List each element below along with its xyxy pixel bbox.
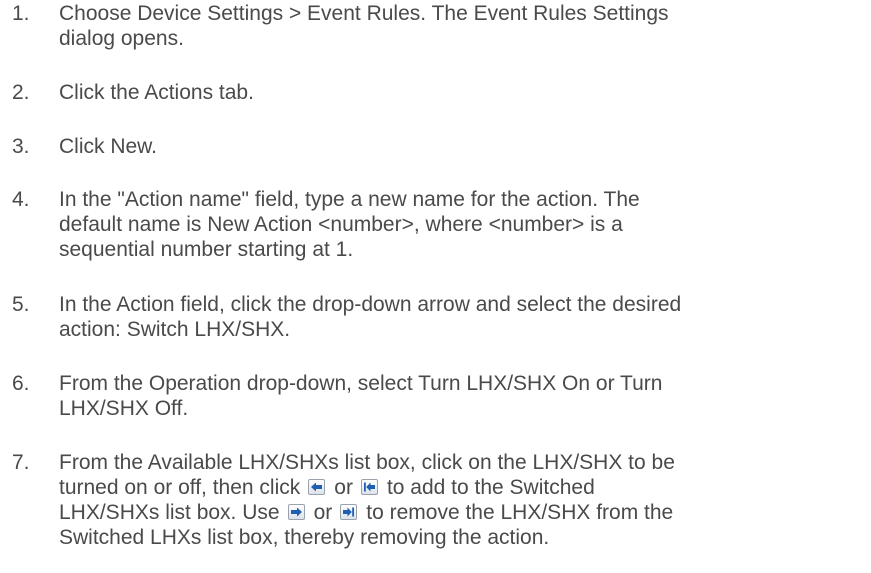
step-text: dialog opens. (59, 27, 184, 50)
step-number: 4. (12, 188, 30, 211)
step-text-line: LHX/SHXs list box. Use or to remove the LH… (59, 500, 859, 525)
step-text: In the "Action name" field, type a new n… (59, 188, 640, 211)
step-text: Click the Actions tab. (59, 81, 254, 104)
step-number: 6. (12, 372, 30, 395)
step-text: In the Action field, click the drop-down… (59, 293, 682, 316)
step-text: sequential number starting at 1. (59, 238, 354, 261)
step-text: LHX/SHX Off. (59, 397, 189, 420)
arrow-right-icon (287, 504, 305, 520)
step-text: default name is New Action <number>, whe… (59, 213, 623, 236)
step-number: 2. (12, 81, 30, 104)
arrow-left-to-start-icon (360, 479, 378, 495)
step-text: From the Operation drop-down, select Tur… (59, 372, 663, 395)
arrow-right-to-end-icon (340, 504, 358, 520)
step-text: action: Switch LHX/SHX. (59, 318, 291, 341)
step-text: to add to the Switched (386, 476, 595, 499)
step-text: LHX/SHXs list box. Use (59, 501, 280, 524)
step-text: or (334, 476, 353, 499)
step-number: 5. (12, 293, 30, 316)
step-text-line: turned on or off, then click or to add to … (59, 475, 859, 500)
step-text: or (313, 501, 333, 524)
step-number: 1. (12, 2, 30, 25)
arrow-left-icon (308, 479, 326, 495)
step-text: Choose Device Settings > Event Rules. Th… (59, 2, 669, 25)
step-text: to remove the LHX/SHX from the (366, 501, 674, 524)
step-text: Switched LHXs list box, thereby removing… (59, 526, 550, 549)
step-number: 7. (12, 451, 30, 474)
step-number: 3. (12, 135, 30, 158)
step-text: From the Available LHX/SHXs list box, cl… (59, 451, 675, 474)
step-text: turned on or off, then click (59, 476, 301, 499)
step-text: Click New. (59, 135, 158, 158)
